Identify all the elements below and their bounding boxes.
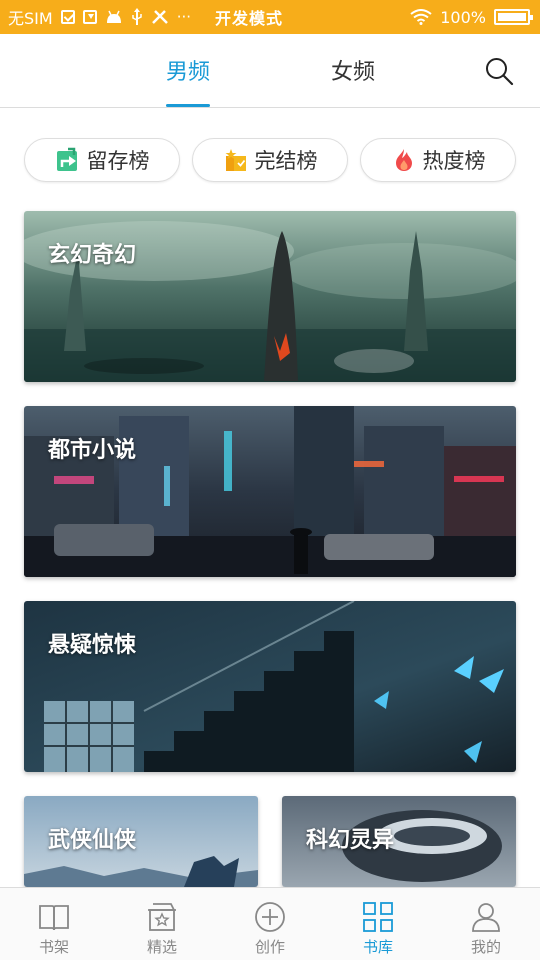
nav-label: 我的: [470, 938, 501, 956]
ranking-retention-button[interactable]: 留存榜: [24, 138, 180, 182]
category-title: 科幻灵异: [306, 828, 395, 853]
download-icon: [82, 10, 97, 24]
ranking-hot-button[interactable]: 热度榜: [360, 138, 516, 182]
usb-icon: [131, 8, 142, 25]
bookshelf-icon: [39, 905, 69, 931]
tab-female[interactable]: 女频: [331, 54, 375, 86]
category-title: 武侠仙侠: [48, 828, 137, 853]
bottom-navigation: 书架 精选 创作 书库 我的: [0, 887, 540, 960]
nav-label: 创作: [254, 938, 285, 956]
nav-featured[interactable]: 精选: [108, 888, 216, 960]
category-card-wuxia[interactable]: 武侠仙侠: [24, 796, 258, 887]
ranking-label: 热度榜: [422, 149, 486, 173]
check-icon: [60, 10, 75, 24]
category-title: 玄幻奇幻: [48, 243, 137, 268]
featured-icon: [148, 903, 176, 931]
ranking-completed-button[interactable]: 完结榜: [192, 138, 348, 182]
nav-label: 书架: [38, 938, 69, 956]
battery-percent: 100%: [440, 7, 486, 27]
ranking-label: 留存榜: [86, 149, 150, 173]
profile-icon: [472, 903, 500, 932]
search-icon[interactable]: [484, 56, 514, 86]
library-icon: [363, 902, 393, 932]
battery-icon: [494, 9, 533, 25]
android-icon: [106, 10, 121, 23]
tools-icon: [151, 10, 168, 24]
nav-create[interactable]: 创作: [216, 888, 324, 960]
tab-male[interactable]: 男频: [166, 54, 210, 86]
category-card-fantasy[interactable]: 玄幻奇幻: [24, 211, 516, 382]
category-card-scifi[interactable]: 科幻灵异: [282, 796, 516, 887]
header: 男频 女频: [0, 34, 540, 108]
create-icon: [255, 902, 285, 932]
flame-icon: [395, 149, 412, 171]
completed-icon: [225, 149, 246, 171]
nav-profile[interactable]: 我的: [432, 888, 540, 960]
active-tab-indicator: [166, 104, 210, 107]
status-bar: 无SIM ··· 开发模式 100%: [0, 0, 540, 34]
category-card-suspense[interactable]: 悬疑惊悚: [24, 601, 516, 772]
category-card-urban[interactable]: 都市小说: [24, 406, 516, 577]
carrier-text: 无SIM: [8, 9, 53, 28]
nav-library[interactable]: 书库: [324, 888, 432, 960]
ranking-label: 完结榜: [254, 149, 318, 173]
nav-label: 精选: [146, 938, 177, 956]
more-icon: ···: [176, 7, 191, 26]
category-title: 悬疑惊悚: [48, 633, 137, 658]
nav-bookshelf[interactable]: 书架: [0, 888, 108, 960]
developer-mode-text: 开发模式: [215, 9, 284, 28]
retention-icon: [56, 147, 77, 171]
wifi-icon: [410, 9, 432, 25]
nav-label: 书库: [362, 938, 393, 956]
category-title: 都市小说: [48, 438, 137, 463]
